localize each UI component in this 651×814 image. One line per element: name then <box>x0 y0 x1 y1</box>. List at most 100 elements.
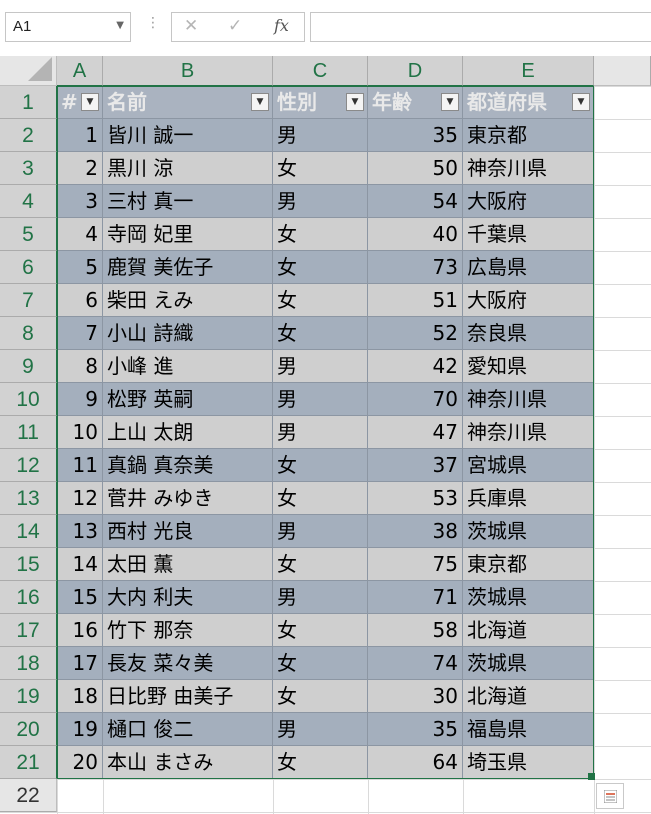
cell-number[interactable]: 3 <box>57 185 103 218</box>
cell-gender[interactable]: 男 <box>273 713 368 746</box>
cell-age[interactable]: 50 <box>368 152 463 185</box>
cell-age[interactable]: 35 <box>368 119 463 152</box>
column-header-empty[interactable] <box>594 56 651 86</box>
cell-number[interactable]: 10 <box>57 416 103 449</box>
cell-number[interactable]: 16 <box>57 614 103 647</box>
row-header-5[interactable]: 5 <box>0 218 57 251</box>
cell-name[interactable]: 真鍋 真奈美 <box>103 449 273 482</box>
cell-name[interactable]: 小山 詩織 <box>103 317 273 350</box>
cell-number[interactable]: 6 <box>57 284 103 317</box>
cell-gender[interactable]: 男 <box>273 581 368 614</box>
cell-number[interactable]: 9 <box>57 383 103 416</box>
row-header-7[interactable]: 7 <box>0 284 57 317</box>
check-icon[interactable]: ✓ <box>228 16 242 36</box>
cell-name[interactable]: 上山 太朗 <box>103 416 273 449</box>
cell-name[interactable]: 本山 まさみ <box>103 746 273 779</box>
cell-age[interactable]: 58 <box>368 614 463 647</box>
cell-name[interactable]: 小峰 進 <box>103 350 273 383</box>
cell-name[interactable]: 西村 光良 <box>103 515 273 548</box>
filter-dropdown-icon[interactable]: ▼ <box>346 93 364 111</box>
cell-number[interactable]: 5 <box>57 251 103 284</box>
cell-gender[interactable]: 女 <box>273 482 368 515</box>
cell-prefecture[interactable]: 埼玉県 <box>463 746 594 779</box>
cell-gender[interactable]: 男 <box>273 185 368 218</box>
cell-name[interactable]: 柴田 えみ <box>103 284 273 317</box>
cell-name[interactable]: 太田 薫 <box>103 548 273 581</box>
row-header-14[interactable]: 14 <box>0 515 57 548</box>
table-header-age[interactable]: 年齢 ▼ <box>368 86 463 119</box>
chevron-down-icon[interactable]: ▼ <box>116 20 124 31</box>
cell-age[interactable]: 42 <box>368 350 463 383</box>
cell-age[interactable]: 74 <box>368 647 463 680</box>
row-header-3[interactable]: 3 <box>0 152 57 185</box>
cell-gender[interactable]: 女 <box>273 152 368 185</box>
cell-number[interactable]: 4 <box>57 218 103 251</box>
name-box[interactable]: A1 ▼ <box>5 12 131 42</box>
row-header-11[interactable]: 11 <box>0 416 57 449</box>
row-header-20[interactable]: 20 <box>0 713 57 746</box>
cell-name[interactable]: 菅井 みゆき <box>103 482 273 515</box>
cell-gender[interactable]: 男 <box>273 515 368 548</box>
cell-prefecture[interactable]: 兵庫県 <box>463 482 594 515</box>
cell-gender[interactable]: 女 <box>273 680 368 713</box>
row-header-16[interactable]: 16 <box>0 581 57 614</box>
cell-prefecture[interactable]: 愛知県 <box>463 350 594 383</box>
cell-prefecture[interactable]: 神奈川県 <box>463 383 594 416</box>
table-resize-handle[interactable] <box>588 773 595 780</box>
cell-number[interactable]: 19 <box>57 713 103 746</box>
cell-gender[interactable]: 男 <box>273 416 368 449</box>
cell-number[interactable]: 2 <box>57 152 103 185</box>
cell-prefecture[interactable]: 福島県 <box>463 713 594 746</box>
cell-age[interactable]: 38 <box>368 515 463 548</box>
row-header-12[interactable]: 12 <box>0 449 57 482</box>
cell-number[interactable]: 20 <box>57 746 103 779</box>
cell-number[interactable]: 14 <box>57 548 103 581</box>
row-header-4[interactable]: 4 <box>0 185 57 218</box>
cell-name[interactable]: 日比野 由美子 <box>103 680 273 713</box>
cell-name[interactable]: 大内 利夫 <box>103 581 273 614</box>
cell-gender[interactable]: 男 <box>273 350 368 383</box>
cell-gender[interactable]: 女 <box>273 317 368 350</box>
filter-dropdown-icon[interactable]: ▼ <box>441 93 459 111</box>
cell-number[interactable]: 1 <box>57 119 103 152</box>
cell-age[interactable]: 30 <box>368 680 463 713</box>
table-header-name[interactable]: 名前 ▼ <box>103 86 273 119</box>
cell-age[interactable]: 52 <box>368 317 463 350</box>
row-header-8[interactable]: 8 <box>0 317 57 350</box>
filter-dropdown-icon[interactable]: ▼ <box>572 93 590 111</box>
cell-gender[interactable]: 女 <box>273 548 368 581</box>
cell-name[interactable]: 黒川 涼 <box>103 152 273 185</box>
cell-name[interactable]: 長友 菜々美 <box>103 647 273 680</box>
cell-number[interactable]: 7 <box>57 317 103 350</box>
column-header-a[interactable]: A <box>57 56 103 86</box>
row-header-6[interactable]: 6 <box>0 251 57 284</box>
cell-age[interactable]: 35 <box>368 713 463 746</box>
filter-dropdown-icon[interactable]: ▼ <box>81 93 99 111</box>
cell-name[interactable]: 鹿賀 美佐子 <box>103 251 273 284</box>
cell-age[interactable]: 53 <box>368 482 463 515</box>
cell-age[interactable]: 51 <box>368 284 463 317</box>
row-header-18[interactable]: 18 <box>0 647 57 680</box>
cell-prefecture[interactable]: 広島県 <box>463 251 594 284</box>
cell-prefecture[interactable]: 奈良県 <box>463 317 594 350</box>
cell-prefecture[interactable]: 東京都 <box>463 548 594 581</box>
cell-name[interactable]: 竹下 那奈 <box>103 614 273 647</box>
cell-gender[interactable]: 女 <box>273 251 368 284</box>
table-header-gender[interactable]: 性別 ▼ <box>273 86 368 119</box>
row-header-15[interactable]: 15 <box>0 548 57 581</box>
cell-prefecture[interactable]: 茨城県 <box>463 647 594 680</box>
close-icon[interactable]: ✕ <box>184 16 198 36</box>
cell-age[interactable]: 64 <box>368 746 463 779</box>
cell-number[interactable]: 17 <box>57 647 103 680</box>
cell-name[interactable]: 樋口 俊二 <box>103 713 273 746</box>
table-header-number[interactable]: # ▼ <box>57 86 103 119</box>
cell-age[interactable]: 70 <box>368 383 463 416</box>
cell-gender[interactable]: 女 <box>273 284 368 317</box>
cell-prefecture[interactable]: 神奈川県 <box>463 416 594 449</box>
fx-icon[interactable]: fx <box>274 16 289 35</box>
cell-gender[interactable]: 男 <box>273 383 368 416</box>
row-header-19[interactable]: 19 <box>0 680 57 713</box>
cell-name[interactable]: 皆川 誠一 <box>103 119 273 152</box>
column-header-e[interactable]: E <box>463 56 594 86</box>
cell-number[interactable]: 12 <box>57 482 103 515</box>
